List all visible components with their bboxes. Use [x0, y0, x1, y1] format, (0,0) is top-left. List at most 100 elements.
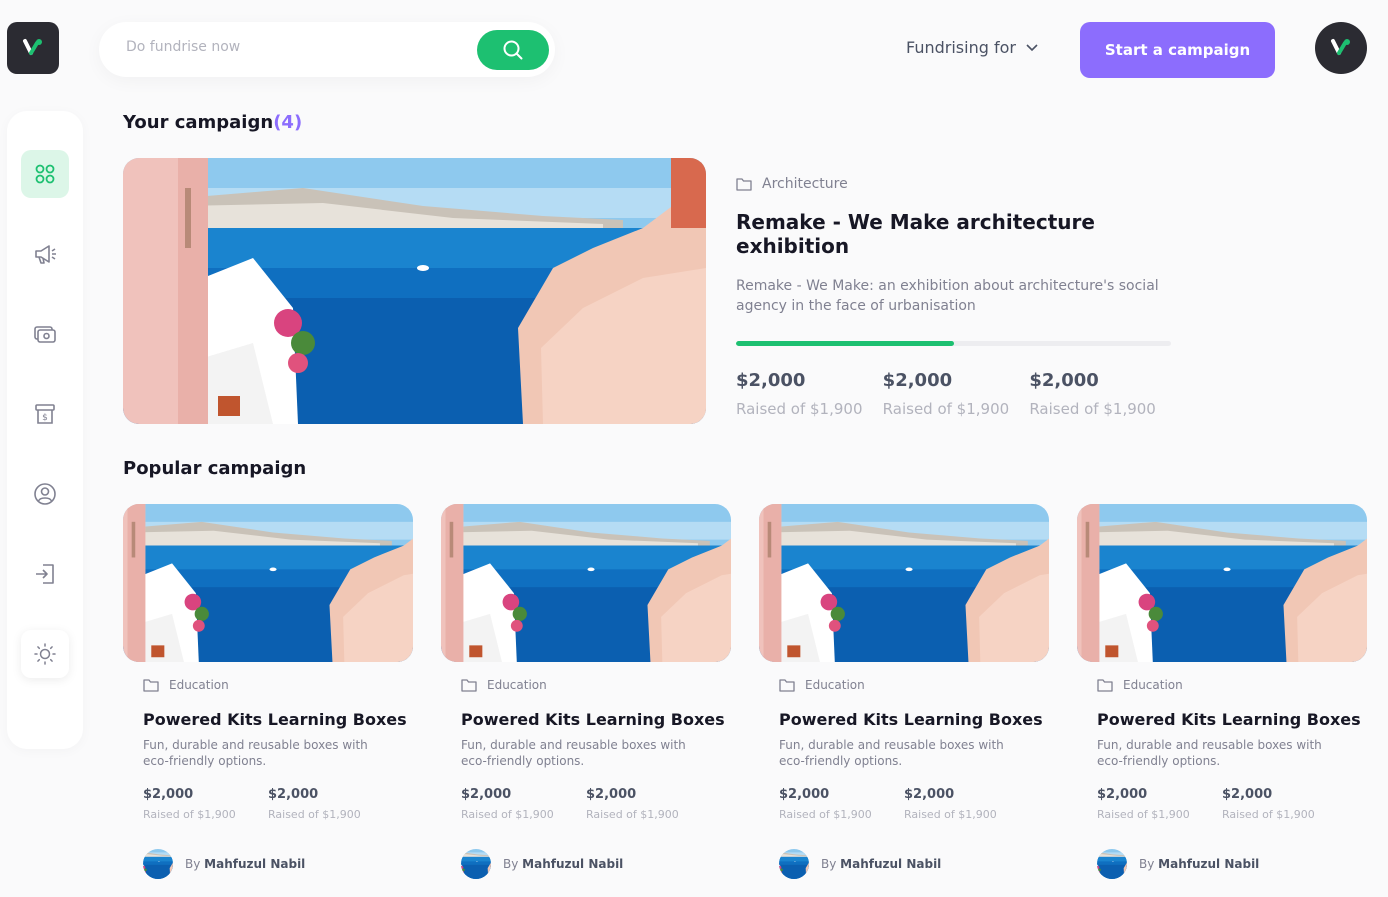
stat-item: $2,000 Raised of $1,900 — [736, 370, 883, 418]
stat-value: $2,000 — [1097, 787, 1148, 802]
stat-item: $2,000 Raised of $1,900 — [883, 370, 1030, 418]
chevron-down-icon — [1026, 43, 1038, 51]
campaign-card[interactable]: Education Powered Kits Learning Boxes Fu… — [1077, 504, 1367, 897]
author-prefix: By — [821, 857, 837, 871]
megaphone-icon — [35, 245, 56, 264]
card-category: Education — [1097, 678, 1347, 692]
card-category: Education — [461, 678, 711, 692]
stat-label: Raised of $1,900 — [143, 808, 236, 821]
featured-campaign-info: Architecture Remake - We Make architectu… — [736, 176, 1176, 418]
card-category: Education — [143, 678, 393, 692]
user-avatar[interactable] — [1315, 22, 1367, 74]
logo-icon — [23, 39, 42, 55]
card-stats: $2,000 Raised of $1,900 $2,000 Raised of $… — [779, 787, 1029, 821]
profile-icon — [34, 483, 56, 505]
fundraising-label: Fundrising for — [906, 38, 1016, 57]
author-avatar — [779, 849, 809, 879]
stat-value: $2,000 — [882, 370, 953, 391]
card-author: By Mahfuzul Nabil — [461, 849, 711, 879]
card-image — [441, 504, 731, 662]
withdraw-icon: $ — [35, 404, 55, 424]
stat-label: Raised of $1,900 — [904, 808, 997, 821]
author-photo — [143, 849, 173, 879]
sidebar-item-withdraw[interactable]: $ — [21, 390, 69, 438]
stat-value: $2,000 — [143, 787, 194, 802]
card-description: Fun, durable and reusable boxes with eco… — [779, 738, 1004, 768]
card-title: Powered Kits Learning Boxes — [461, 710, 725, 729]
stat-value: $2,000 — [736, 370, 806, 391]
card-title: Powered Kits Learning Boxes — [779, 710, 1043, 729]
campaign-title[interactable]: Remake - We Make architecture exhibition — [736, 210, 1176, 258]
author-name: Mahfuzul Nabil — [522, 857, 624, 871]
search-button[interactable] — [477, 30, 549, 70]
svg-text:$: $ — [42, 413, 48, 423]
campaign-photo — [123, 504, 413, 662]
popular-campaign-heading: Popular campaign — [123, 458, 307, 479]
card-title: Powered Kits Learning Boxes — [143, 710, 407, 729]
sidebar-item-logout[interactable] — [21, 550, 69, 598]
category-label: Architecture — [762, 176, 848, 192]
author-avatar — [143, 849, 173, 879]
author-photo — [779, 849, 809, 879]
payment-icon — [34, 326, 56, 343]
fundraising-dropdown[interactable]: Fundrising for — [906, 38, 1038, 57]
card-stats: $2,000 Raised of $1,900 $2,000 Raised of $… — [143, 787, 393, 821]
sidebar-item-profile[interactable] — [21, 470, 69, 518]
card-stats: $2,000 Raised of $1,900 $2,000 Raised of $… — [1097, 787, 1347, 821]
card-title: Powered Kits Learning Boxes — [1097, 710, 1361, 729]
logo-icon — [1331, 39, 1350, 55]
campaign-card[interactable]: Education Powered Kits Learning Boxes Fu… — [441, 504, 731, 897]
folder-icon — [461, 679, 477, 692]
campaign-photo — [1077, 504, 1367, 662]
card-stats: $2,000 Raised of $1,900 $2,000 Raised of $… — [461, 787, 711, 821]
search-icon — [503, 40, 523, 60]
campaign-count: (4) — [273, 112, 303, 133]
category-label: Education — [1123, 678, 1183, 692]
theme-toggle[interactable] — [21, 630, 69, 678]
stat-value: $2,000 — [586, 787, 637, 802]
author-avatar — [461, 849, 491, 879]
author-photo — [461, 849, 491, 879]
author-prefix: By — [503, 857, 519, 871]
author-name: Mahfuzul Nabil — [840, 857, 942, 871]
popular-campaign-list: Education Powered Kits Learning Boxes Fu… — [123, 504, 1367, 897]
campaign-photo — [441, 504, 731, 662]
stat-label: Raised of $1,900 — [1029, 400, 1156, 418]
sun-icon — [34, 643, 56, 665]
search-input[interactable] — [126, 39, 446, 55]
sidebar-item-campaigns[interactable] — [21, 230, 69, 278]
app-logo[interactable] — [7, 22, 59, 74]
progress-fill — [736, 341, 954, 346]
campaign-card[interactable]: Education Powered Kits Learning Boxes Fu… — [123, 504, 413, 897]
search-bar — [99, 22, 555, 77]
sidebar-item-dashboard[interactable] — [21, 150, 69, 198]
category-label: Education — [805, 678, 865, 692]
card-image — [1077, 504, 1367, 662]
stat-label: Raised of $1,900 — [1097, 808, 1190, 821]
stat-label: Raised of $1,900 — [736, 400, 863, 418]
stat-label: Raised of $1,900 — [461, 808, 554, 821]
your-campaign-title: Your campaign — [123, 112, 274, 133]
sidebar-item-payment[interactable] — [21, 310, 69, 358]
stat-value: $2,000 — [268, 787, 319, 802]
campaign-card[interactable]: Education Powered Kits Learning Boxes Fu… — [759, 504, 1049, 897]
dashboard-icon — [35, 164, 55, 184]
author-name: Mahfuzul Nabil — [1158, 857, 1260, 871]
stat-label: Raised of $1,900 — [586, 808, 679, 821]
category-label: Education — [169, 678, 229, 692]
card-author: By Mahfuzul Nabil — [779, 849, 1029, 879]
stat-label: Raised of $1,900 — [1222, 808, 1315, 821]
card-author: By Mahfuzul Nabil — [1097, 849, 1347, 879]
sidebar: $ — [7, 111, 83, 749]
card-image — [759, 504, 1049, 662]
campaign-category: Architecture — [736, 176, 1176, 192]
featured-campaign-image[interactable] — [123, 158, 706, 424]
campaign-progress-bar — [736, 341, 1171, 346]
campaign-stats: $2,000 Raised of $1,900 $2,000 Raised of… — [736, 370, 1176, 418]
folder-icon — [1097, 679, 1113, 692]
start-campaign-button[interactable]: Start a campaign — [1080, 22, 1275, 78]
author-avatar — [1097, 849, 1127, 879]
folder-icon — [143, 679, 159, 692]
campaign-photo — [759, 504, 1049, 662]
author-photo — [1097, 849, 1127, 879]
